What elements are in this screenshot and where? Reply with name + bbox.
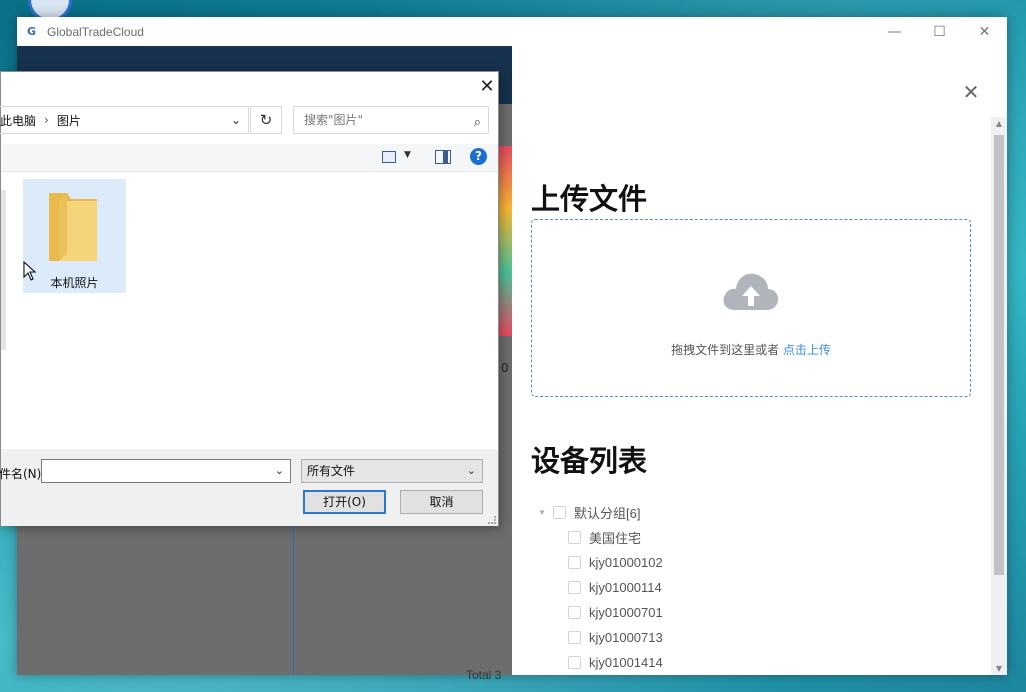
item-checkbox[interactable] [568, 631, 581, 644]
upload-hint: 拖拽文件到这里或者 点击上传 [532, 341, 970, 358]
filetype-value: 所有文件 [307, 464, 356, 478]
item-label: kjy01000713 [589, 630, 663, 645]
search-placeholder: 搜索"图片" [304, 113, 364, 127]
titlebar: G GlobalTradeCloud — ☐ ✕ [17, 17, 1007, 46]
scrollbar-thumb[interactable] [994, 135, 1004, 575]
filename-label: 件名(N): [0, 467, 46, 481]
item-checkbox[interactable] [568, 581, 581, 594]
scroll-down-icon[interactable]: ▼ [991, 664, 1007, 673]
refresh-button[interactable]: ↻ [250, 106, 282, 134]
maximize-button[interactable]: ☐ [917, 17, 962, 46]
item-checkbox[interactable] [568, 556, 581, 569]
item-label: kjy01000102 [589, 555, 663, 570]
breadcrumb-this-pc[interactable]: 此电脑 [0, 112, 36, 129]
app-logo-icon: G [27, 24, 37, 38]
resize-grip[interactable] [488, 516, 496, 524]
tree-item[interactable]: kjy01000701 [538, 600, 663, 625]
filename-input[interactable]: ⌄ [41, 459, 291, 483]
total-count: Total 3 [466, 668, 502, 682]
window-controls: — ☐ ✕ [872, 17, 1007, 46]
upload-drawer: ✕ 上传文件 拖拽文件到这里或者 点击上传 设备列表 ▼ 默认分组[6] 美国住… [512, 46, 1007, 675]
cloud-upload-icon [723, 273, 779, 310]
dialog-close-icon[interactable]: ✕ [473, 74, 501, 100]
help-icon[interactable]: ? [470, 148, 487, 165]
item-label: kjy01000701 [589, 605, 663, 620]
nav-pane-scrollbar[interactable] [1, 190, 6, 350]
scroll-up-icon[interactable]: ▲ [991, 119, 1007, 128]
mouse-cursor-icon [23, 261, 37, 281]
item-label: kjy01000114 [589, 580, 662, 595]
view-dropdown-icon[interactable]: ▼ [404, 150, 411, 160]
partial-label: 0 [501, 361, 509, 375]
upload-title: 上传文件 [531, 182, 648, 216]
tree-group-row[interactable]: ▼ 默认分组[6] [538, 500, 663, 525]
dialog-footer: 件名(N): ⌄ 所有文件 ⌄ 打开(O) 取消 [0, 449, 498, 526]
folder-label: 本机照片 [50, 276, 99, 290]
item-label: 美国住宅 [589, 531, 642, 546]
item-label: kjy01001414 [589, 655, 663, 670]
minimize-button[interactable]: — [872, 17, 917, 46]
address-bar[interactable]: 此电脑 › 图片 [0, 106, 249, 134]
expand-caret-icon[interactable]: ▼ [538, 508, 548, 517]
tree-item[interactable]: kjy01000114 [538, 575, 663, 600]
folder-item[interactable]: 本机照片 [23, 179, 126, 293]
dialog-toolbar: ▼ ? [1, 144, 498, 172]
item-checkbox[interactable] [568, 656, 581, 669]
filename-dropdown-icon[interactable]: ⌄ [275, 464, 284, 477]
breadcrumb-pictures[interactable]: 图片 [57, 112, 81, 129]
close-window-button[interactable]: ✕ [962, 17, 1007, 46]
tree-item[interactable]: kjy01001414 [538, 650, 663, 675]
upload-hint-text: 拖拽文件到这里或者 [671, 343, 780, 357]
device-tree: ▼ 默认分组[6] 美国住宅 kjy01000102 kjy01000114 k… [538, 500, 663, 675]
preview-pane-icon[interactable] [435, 150, 451, 164]
folder-icon [49, 193, 97, 261]
item-checkbox[interactable] [568, 606, 581, 619]
click-upload-link[interactable]: 点击上传 [783, 343, 831, 357]
tree-item[interactable]: 美国住宅 [538, 525, 663, 550]
filetype-dropdown-icon[interactable]: ⌄ [467, 460, 476, 482]
open-button[interactable]: 打开(O) [303, 490, 386, 514]
view-mode-icon[interactable] [382, 151, 396, 163]
file-open-dialog: ✕ 此电脑 › 图片 ⌄ ↻ 搜索"图片" ⌕ ▼ ? 本机照片 件名(N): … [0, 71, 499, 526]
address-dropdown-icon[interactable]: ⌄ [223, 106, 249, 134]
filetype-select[interactable]: 所有文件 ⌄ [301, 459, 483, 483]
cancel-button[interactable]: 取消 [400, 490, 483, 514]
vertical-scrollbar[interactable]: ▲ ▼ [991, 117, 1007, 675]
group-checkbox[interactable] [553, 506, 566, 519]
group-label: 默认分组[6] [574, 506, 641, 521]
device-list-title: 设备列表 [531, 444, 648, 478]
breadcrumb-separator-icon: › [44, 113, 49, 127]
search-icon[interactable]: ⌕ [474, 110, 481, 136]
upload-dropzone[interactable]: 拖拽文件到这里或者 点击上传 [531, 219, 971, 397]
drawer-close-icon[interactable]: ✕ [957, 78, 985, 106]
app-title: GlobalTradeCloud [47, 24, 144, 39]
search-input[interactable]: 搜索"图片" ⌕ [293, 106, 489, 134]
tree-item[interactable]: kjy01000102 [538, 550, 663, 575]
tree-item[interactable]: kjy01000713 [538, 625, 663, 650]
item-checkbox[interactable] [568, 531, 581, 544]
